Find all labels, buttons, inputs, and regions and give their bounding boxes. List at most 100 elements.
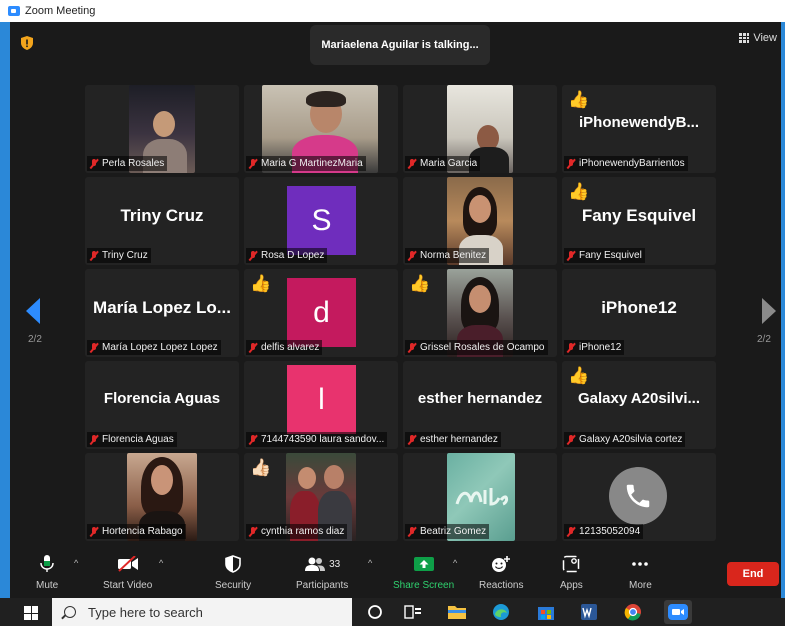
participants-options-caret-icon[interactable]: ^ [368,558,372,568]
share-screen-label: Share Screen [393,580,455,591]
search-placeholder: Type here to search [88,604,203,620]
reactions-smiley-icon [491,554,511,574]
meeting-controls-toolbar: Mute ^ Start Video ^ Security 33 Partici… [10,550,781,598]
task-view-icon[interactable] [402,602,424,622]
participant-tile[interactable]: Norma Benitez [403,177,557,265]
participant-name-tag: iPhone12 [564,340,625,355]
participant-name-tag: María Lopez Lopez Lopez [87,340,221,355]
apps-icon [562,554,580,574]
thumbs-up-reaction-icon: 👍 [568,366,590,385]
participant-name-tag: Galaxy A20silvia cortez [564,432,686,447]
muted-mic-icon [566,158,576,169]
participant-tile[interactable]: 👍 Galaxy A20silvi... Galaxy A20silvia co… [562,361,716,449]
participant-tile[interactable]: Perla Rosales [85,85,239,173]
thumbs-up-reaction-icon: 👍 [409,274,431,293]
participant-tile[interactable]: Beatriz Gomez [403,453,557,541]
more-dots-icon [631,554,649,574]
audio-options-caret-icon[interactable]: ^ [74,558,78,568]
video-options-caret-icon[interactable]: ^ [159,558,163,568]
participant-tile[interactable]: Triny Cruz Triny Cruz [85,177,239,265]
participant-display-name: esther hernandez [417,390,543,407]
next-page-arrow-icon[interactable] [760,298,776,324]
participant-tile[interactable]: S Rosa D Lopez [244,177,398,265]
muted-mic-icon [248,250,258,261]
cortana-icon[interactable] [364,602,386,622]
participant-tile[interactable]: l 7144743590 laura sandov... [244,361,398,449]
participant-tile[interactable]: 12135052094 [562,453,716,541]
muted-mic-icon [248,342,258,353]
share-options-caret-icon[interactable]: ^ [453,558,457,568]
participant-tile[interactable]: 👍 d delfis alvarez [244,269,398,357]
taskbar-search-box[interactable]: Type here to search [52,598,352,626]
page-indicator-right: 2/2 [757,334,771,345]
participant-display-name: iPhone12 [601,298,677,317]
share-screen-button[interactable]: Share Screen [393,554,454,591]
participant-display-name: María Lopez Lo... [93,298,231,317]
end-meeting-button[interactable]: End [727,562,779,586]
participant-name-tag: Triny Cruz [87,248,151,263]
previous-page-arrow-icon[interactable] [26,298,42,324]
participant-tile[interactable]: esther hernandez esther hernandez [403,361,557,449]
participant-avatar: d [287,278,356,347]
participant-name-tag: Norma Benitez [405,248,490,263]
muted-mic-icon [407,158,417,169]
start-video-button[interactable]: Start Video [103,554,152,591]
participant-tile[interactable]: Maria G MartinezMaria [244,85,398,173]
muted-mic-icon [248,434,258,445]
gallery-grid: Perla Rosales Maria G MartinezMaria Mari… [85,85,717,543]
file-explorer-icon[interactable] [446,602,468,622]
muted-mic-icon [248,526,258,537]
thumbs-up-reaction-icon: 👍 [568,90,590,109]
muted-mic-icon [89,250,99,261]
muted-mic-icon [407,526,417,537]
security-button[interactable]: Security [215,554,251,591]
participant-tile[interactable]: 👍 Fany Esquivel Fany Esquivel [562,177,716,265]
more-button[interactable]: More [629,554,652,591]
phone-icon [609,467,667,525]
apps-button[interactable]: Apps [560,554,583,591]
participant-tile[interactable]: Maria Garcia [403,85,557,173]
reactions-button[interactable]: Reactions [479,554,523,591]
participant-name-tag: Maria Garcia [405,156,481,171]
participant-tile[interactable]: Hortencia Rabago [85,453,239,541]
zoom-taskbar-icon[interactable] [664,600,692,624]
participant-tile[interactable]: 👍 Grissel Rosales de Ocampo [403,269,557,357]
participant-tile[interactable]: Florencia Aguas Florencia Aguas [85,361,239,449]
participant-tile[interactable]: 👍🏻 cynthia ramos diaz [244,453,398,541]
participant-name-tag: Perla Rosales [87,156,168,171]
participant-display-name: Galaxy A20silvi... [577,390,701,407]
reactions-label: Reactions [479,580,524,591]
participant-tile[interactable]: María Lopez Lo... María Lopez Lopez Lope… [85,269,239,357]
mute-label: Mute [36,580,59,591]
participant-tile[interactable]: 👍 iPhonewendyB... iPhonewendyBarrientos [562,85,716,173]
muted-mic-icon [566,342,576,353]
chrome-icon[interactable] [622,602,644,622]
edge-browser-icon[interactable] [490,602,512,622]
mute-button[interactable]: Mute [36,554,58,591]
participant-display-name: Florencia Aguas [103,390,221,407]
active-speaker-banner: Mariaelena Aguilar is talking... [310,25,490,65]
participant-name-tag: Rosa D Lopez [246,248,328,263]
title-bar: Zoom Meeting [0,0,785,22]
share-screen-icon [413,554,435,574]
microphone-icon [40,554,54,574]
participant-display-name: Fany Esquivel [581,206,697,225]
participant-name-tag: 7144743590 laura sandov... [246,432,388,447]
participant-name-tag: Beatriz Gomez [405,524,490,539]
muted-phone-audio-icon [566,526,576,537]
muted-mic-icon [566,434,576,445]
participants-button[interactable]: 33 Participants [296,554,348,591]
store-icon[interactable] [535,602,557,622]
participant-display-name: Triny Cruz [120,206,204,225]
muted-mic-icon [407,250,417,261]
security-label: Security [215,580,252,591]
word-icon[interactable] [578,602,600,622]
windows-start-icon[interactable] [24,606,38,620]
zoom-app-icon [8,6,20,16]
participant-name-tag: Grissel Rosales de Ocampo [405,340,548,355]
start-video-label: Start Video [103,580,153,591]
security-shield-icon[interactable] [21,36,33,50]
participant-tile[interactable]: iPhone12 iPhone12 [562,269,716,357]
view-button[interactable]: View [739,32,777,44]
thumbs-up-reaction-icon: 👍 [568,182,590,201]
